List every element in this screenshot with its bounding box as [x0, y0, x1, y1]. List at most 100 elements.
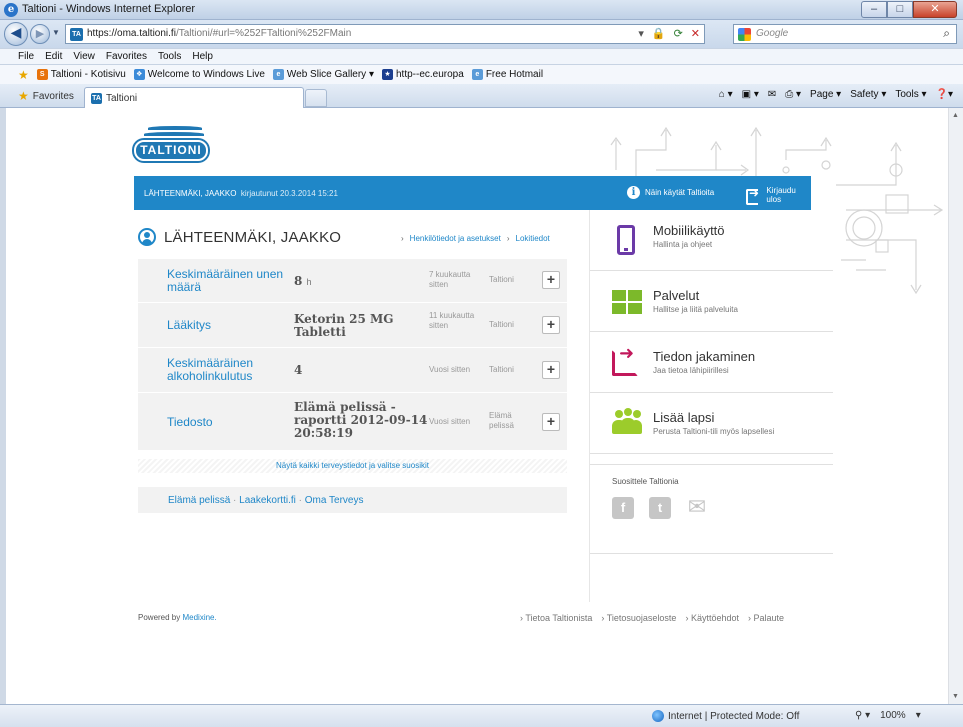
list-item[interactable]: Keskimääräinen alkoholinkulutus 4 Vuosi …: [138, 348, 567, 393]
record-label[interactable]: Keskimääräinen unen määrä: [167, 268, 287, 294]
print-icon[interactable]: ⎙ ▾: [785, 89, 801, 100]
lock-icon[interactable]: 🔒: [652, 27, 666, 40]
card-services[interactable]: Palvelut Hallitse ja liitä palveluita: [590, 271, 833, 332]
person-name: LÄHTEENMÄKI, JAAKKO: [164, 228, 342, 246]
address-controls: ▾ 🔒 ⟳ ✕: [638, 27, 700, 40]
twitter-icon[interactable]: t: [649, 497, 671, 519]
protected-mode-icon[interactable]: ⚲ ▾: [855, 710, 870, 721]
partner-link-oma-terveys[interactable]: Oma Terveys: [305, 495, 364, 506]
search-input[interactable]: Google: [756, 28, 788, 39]
menu-tools[interactable]: Tools: [158, 49, 181, 64]
list-item[interactable]: Tiedosto Elämä pelissä - raportti 2012-0…: [138, 393, 567, 451]
zoom-control[interactable]: ⚲ ▾ 100% ▾: [855, 710, 921, 721]
menu-help[interactable]: Help: [192, 49, 213, 64]
menu-favorites[interactable]: Favorites: [106, 49, 147, 64]
profile-settings-link[interactable]: Henkilötiedot ja asetukset: [410, 234, 501, 243]
help-link[interactable]: i Näin käytät Taltioita: [627, 186, 714, 199]
cmd-safety[interactable]: Safety ▾: [850, 89, 886, 100]
search-icon[interactable]: ⌕: [943, 26, 950, 41]
log-data-link[interactable]: Lokitiedot: [516, 234, 550, 243]
forward-button[interactable]: ▶: [30, 24, 50, 44]
search-box[interactable]: Google ⌕: [733, 24, 957, 44]
card-subtitle: Jaa tietoa lähipiirillesi: [653, 366, 729, 375]
security-zone[interactable]: Internet | Protected Mode: Off: [652, 710, 799, 722]
feeds-icon[interactable]: ▣ ▾: [742, 89, 759, 100]
footer-link-label: Tietosuojaseloste: [606, 613, 677, 623]
address-url[interactable]: https://oma.taltioni.fi/Taltioni/#url=%2…: [87, 28, 351, 39]
facebook-icon[interactable]: f: [612, 497, 634, 519]
stop-icon[interactable]: ✕: [691, 27, 700, 40]
scroll-up-icon[interactable]: ▲: [952, 112, 959, 119]
add-favorite-icon[interactable]: ★: [18, 66, 29, 84]
logout-link[interactable]: Kirjaudu ulos: [746, 186, 811, 205]
close-button[interactable]: ✕: [913, 1, 957, 18]
footer-link-feedback[interactable]: › Palaute: [748, 613, 784, 623]
history-dropdown-icon[interactable]: ▼: [52, 28, 60, 37]
footer-links: › Tietoa Taltionista › Tietosuojaseloste…: [520, 613, 784, 623]
new-tab-button[interactable]: [305, 89, 327, 107]
fav-ec-europa[interactable]: ★ http--ec.europa: [381, 66, 464, 84]
expand-plus-button[interactable]: +: [542, 413, 560, 431]
fav-label: http--ec.europa: [395, 68, 464, 80]
help-icon[interactable]: ❓▾: [936, 89, 953, 100]
address-dropdown-icon[interactable]: ▾: [638, 27, 644, 40]
record-label[interactable]: Tiedosto: [167, 416, 213, 429]
cmd-page[interactable]: Page ▾: [810, 89, 841, 100]
person-header: LÄHTEENMÄKI, JAAKKO: [138, 228, 341, 246]
record-time: 11 kuukautta sitten: [429, 311, 475, 330]
menu-view[interactable]: View: [73, 49, 95, 64]
footer-link-about[interactable]: › Tietoa Taltionista: [520, 613, 592, 623]
window-controls: – □ ✕: [861, 1, 957, 19]
record-time: Vuosi sitten: [429, 365, 471, 374]
card-add-child[interactable]: Lisää lapsi Perusta Taltioni-tili myös l…: [590, 393, 833, 454]
fav-free-hotmail[interactable]: e Free Hotmail: [471, 66, 543, 84]
address-bar[interactable]: TA https://oma.taltioni.fi/Taltioni/#url…: [65, 24, 705, 44]
tab-favicon-icon: TA: [91, 92, 102, 104]
vertical-scrollbar[interactable]: ▲ ▼: [948, 108, 963, 704]
show-all-link[interactable]: Näytä kaikki terveystiedot ja valitse su…: [138, 459, 567, 473]
url-domain: oma.taltioni.fi: [117, 28, 176, 39]
footer-link-privacy[interactable]: › Tietosuojaseloste: [601, 613, 676, 623]
list-item[interactable]: Keskimääräinen unen määrä 8 h 7 kuukautt…: [138, 259, 567, 303]
record-label[interactable]: Keskimääräinen alkoholinkulutus: [167, 357, 277, 383]
medixine-link[interactable]: Medixine.: [182, 613, 216, 622]
side-panel: Mobiilikäyttö Hallinta ja ohjeet Palvelu…: [590, 210, 833, 454]
expand-plus-button[interactable]: +: [542, 271, 560, 289]
taltioni-logo[interactable]: TALTIONI: [134, 124, 208, 162]
back-button[interactable]: ◀: [4, 22, 28, 46]
card-mobile-use[interactable]: Mobiilikäyttö Hallinta ja ohjeet: [590, 210, 833, 271]
partner-link-elama-pelissa[interactable]: Elämä pelissä: [168, 495, 230, 506]
tab-taltioni[interactable]: TA Taltioni: [84, 87, 304, 108]
scroll-down-icon[interactable]: ▼: [952, 693, 959, 700]
record-label[interactable]: Lääkitys: [167, 319, 211, 332]
fav-taltioni-kotisivu[interactable]: S Taltioni - Kotisivu: [36, 66, 126, 84]
favorites-star-icon: ★: [18, 89, 29, 103]
mail-icon[interactable]: ✉: [768, 89, 776, 100]
partner-link-laakekortti[interactable]: Laakekortti.fi: [239, 495, 296, 506]
fav-windows-live[interactable]: ❖ Welcome to Windows Live: [133, 66, 265, 84]
phone-icon: [617, 225, 635, 255]
fav-web-slice-gallery[interactable]: e Web Slice Gallery ▾: [272, 66, 374, 84]
record-source: Elämä pelissä: [489, 411, 514, 430]
footer-link-terms[interactable]: › Käyttöehdot: [685, 613, 739, 623]
favorites-button[interactable]: ★ Favorites: [18, 89, 74, 103]
cmd-tools[interactable]: Tools ▾: [895, 89, 926, 100]
menu-edit[interactable]: Edit: [45, 49, 62, 64]
card-subtitle: Hallitse ja liitä palveluita: [653, 305, 738, 314]
zoom-dropdown-icon[interactable]: ▾: [916, 710, 921, 721]
menu-file[interactable]: File: [18, 49, 34, 64]
record-source: Taltioni: [489, 275, 514, 284]
email-icon[interactable]: ✉: [686, 496, 708, 519]
maximize-button[interactable]: □: [887, 1, 913, 18]
refresh-icon[interactable]: ⟳: [674, 27, 683, 40]
zone-label: Internet | Protected Mode: Off: [668, 710, 800, 722]
recommend-label: Suosittele Taltionia: [612, 477, 679, 486]
card-data-sharing[interactable]: Tiedon jakaminen Jaa tietoa lähipiirille…: [590, 332, 833, 393]
share-icon: [612, 343, 638, 376]
site-favicon-icon: TA: [70, 28, 83, 41]
minimize-button[interactable]: –: [861, 1, 887, 18]
list-item[interactable]: Lääkitys Ketorin 25 MG Tabletti 11 kuuka…: [138, 303, 567, 348]
expand-plus-button[interactable]: +: [542, 316, 560, 334]
home-icon[interactable]: ⌂ ▾: [719, 89, 733, 100]
expand-plus-button[interactable]: +: [542, 361, 560, 379]
